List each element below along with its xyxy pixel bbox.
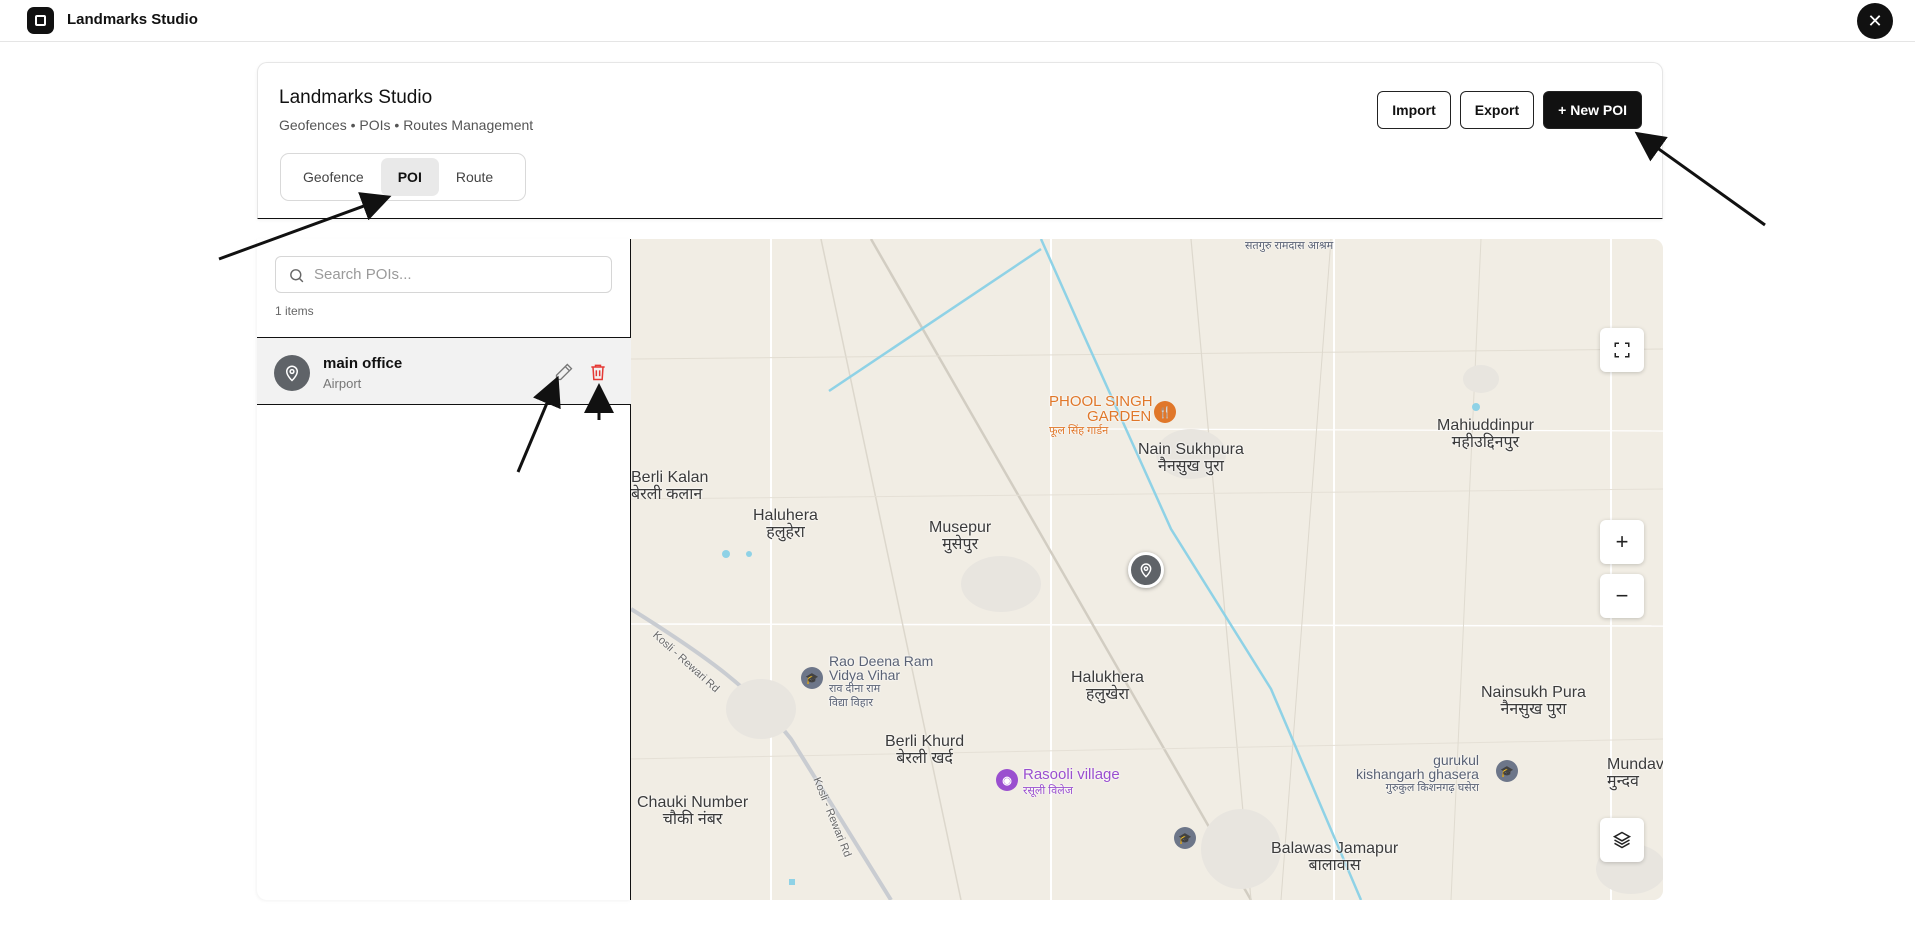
export-button[interactable]: Export [1459,91,1535,129]
map-label: Berli Khurd बेरली खर्द [885,733,965,767]
school-icon[interactable]: 🎓 [1174,827,1196,849]
school-icon[interactable]: 🎓 [1496,760,1518,782]
map-label: Halukhera हलुखेरा [1071,669,1144,703]
map-label: Mahiuddinpur महीउद्दिनपुर [1437,417,1534,451]
poi-label-gurukul: gurukul kishangarh ghasera गुरुकुल किशनगढ़… [1356,752,1479,794]
poi-list-panel: 1 items main office Airport [257,239,631,900]
camera-icon[interactable]: ◉ [996,769,1018,791]
edit-icon[interactable] [554,362,574,382]
page-subtitle: Geofences • POIs • Routes Management [279,117,534,133]
header-actions: Import Export + New POI [1377,91,1642,129]
school-icon[interactable]: 🎓 [801,667,823,689]
app-title: Landmarks Studio [67,11,198,28]
tab-poi[interactable]: POI [380,158,439,196]
map-label: Nain Sukhpura नैनसुख पुरा [1138,441,1244,475]
poi-marker[interactable] [1128,552,1164,588]
close-button[interactable]: ✕ [1857,3,1893,39]
new-poi-button[interactable]: + New POI [1543,91,1642,129]
zoom-in-button[interactable]: + [1600,520,1644,564]
list-item[interactable]: main office Airport [257,337,631,405]
search-icon [290,269,304,283]
import-button[interactable]: Import [1377,91,1451,129]
poi-label-phool-singh-garden: PHOOL SINGH GARDEN फूल सिंह गार्डन [1049,393,1153,437]
tab-geofence[interactable]: Geofence [286,158,381,196]
map-label: Mundav मुन्दव [1607,756,1663,790]
map-label: Nainsukh Pura नैनसुख पुरा [1481,684,1586,718]
fullscreen-button[interactable] [1600,328,1644,372]
poi-type: Airport [323,376,362,391]
poi-name: main office [323,355,403,372]
page-title: Landmarks Studio [279,87,433,108]
poi-label-ashram: सतगुरु रामदास आश्रम [1245,240,1334,252]
map-pin-icon [274,355,310,391]
map-label: Balawas Jamapur बालावास [1271,840,1399,874]
poi-label-rao-deena-ram: Rao Deena Ram Vidya Vihar राव दीना राम विद्… [829,653,934,709]
restaurant-icon[interactable]: 🍴 [1154,401,1176,423]
map-label: Chauki Number चौकी नंबर [637,794,749,828]
tab-route[interactable]: Route [439,158,510,196]
map-label: Musepur मुसेपुर [929,519,992,553]
top-bar: Landmarks Studio ✕ [0,0,1915,42]
search-input[interactable] [314,266,594,283]
zoom-out-button[interactable]: − [1600,574,1644,618]
map-label: Berli Kalan बेरली कलान [631,469,709,503]
layers-button[interactable] [1600,818,1644,862]
delete-icon[interactable] [588,362,608,382]
header-card: Landmarks Studio Geofences • POIs • Rout… [257,62,1663,219]
search-box [275,256,612,293]
map-label: Haluhera हलुहेरा [753,507,818,541]
map-view[interactable]: Berli Kalan बेरली कलान Haluhera हलुहेरा Mu… [631,239,1663,900]
poi-label-rasooli-village: Rasooli village रसूली विलेज [1023,766,1120,798]
tab-group: Geofence POI Route [280,153,526,201]
item-count: 1 items [275,304,314,318]
app-logo-icon [27,7,54,34]
